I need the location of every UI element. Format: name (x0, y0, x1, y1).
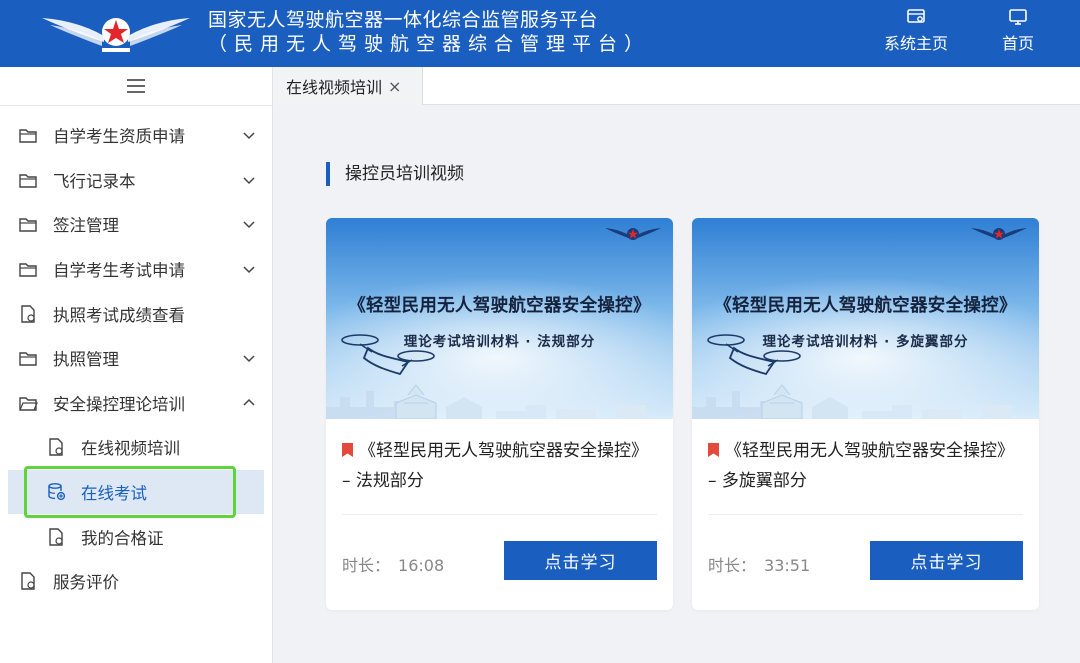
video-duration: 时长： 33:51 (708, 552, 810, 576)
card-divider (708, 514, 1023, 515)
duration-value: 33:51 (764, 556, 811, 575)
sidebar-toggle[interactable] (0, 67, 272, 106)
sidebar-item-online-video-training[interactable]: 在线视频培训 (0, 425, 272, 470)
system-home-icon (907, 9, 925, 23)
home-button[interactable]: 首页 (994, 8, 1042, 54)
sidebar: 自学考生资质申请 飞行记录本 签注管理 自学考生考试申请 执照考试成绩查看 执照… (0, 67, 273, 663)
close-icon[interactable]: × (388, 77, 401, 96)
chevron-down-icon (243, 177, 255, 184)
bookmark-flag-icon (708, 443, 719, 457)
system-home-button[interactable]: 系统主页 (878, 8, 954, 54)
sidebar-item-label: 执照考试成绩查看 (53, 305, 185, 325)
skyline-illustration (326, 384, 646, 419)
system-home-label: 系统主页 (883, 34, 948, 53)
tab-online-video-training[interactable]: 在线视频培训 × (273, 67, 423, 105)
folder-open-icon (19, 397, 38, 411)
sidebar-item-my-certificate[interactable]: 我的合格证 (0, 514, 272, 559)
sidebar-item-label: 自学考生资质申请 (53, 127, 185, 147)
sidebar-item-flight-logbook[interactable]: 飞行记录本 (0, 158, 272, 203)
folder-icon (19, 174, 37, 188)
platform-title: 国家无人驾驶航空器一体化综合监管服务平台 （民用无人驾驶航空器综合管理平台） (208, 8, 650, 56)
thumbnail-title: 《轻型民用无人驾驶航空器安全操控》 (348, 296, 651, 316)
wings-star-emblem-icon (605, 228, 661, 240)
folder-icon (19, 352, 37, 366)
duration-label: 时长： (708, 556, 757, 575)
chevron-down-icon (243, 221, 255, 229)
platform-title-sub: （民用无人驾驶航空器综合管理平台） (208, 33, 651, 55)
document-icon (21, 572, 35, 590)
sidebar-item-endorsement[interactable]: 签注管理 (0, 202, 272, 247)
duration-value: 16:08 (398, 556, 445, 575)
thumbnail-title: 《轻型民用无人驾驶航空器安全操控》 (714, 296, 1017, 316)
sidebar-item-self-study-qualification[interactable]: 自学考生资质申请 (0, 113, 272, 158)
section-title: 操控员培训视频 (326, 162, 464, 186)
sidebar-item-license-management[interactable]: 执照管理 (0, 336, 272, 381)
chevron-down-icon (243, 355, 255, 363)
wings-star-emblem-icon (971, 228, 1027, 240)
wings-star-logo-icon (42, 18, 190, 52)
active-item-highlight-box (24, 466, 236, 518)
sidebar-item-label: 在线视频培训 (81, 439, 180, 459)
platform-title-main: 国家无人驾驶航空器一体化综合监管服务平台 (208, 9, 599, 31)
chevron-down-icon (243, 132, 255, 140)
video-duration: 时长： 16:08 (342, 552, 444, 576)
tab-label: 在线视频培训 (286, 78, 383, 97)
start-learning-button[interactable]: 点击学习 (504, 541, 657, 580)
document-icon (21, 304, 35, 323)
monitor-icon (1009, 9, 1027, 25)
video-card: 《轻型民用无人驾驶航空器安全操控》 理论考试培训材料 · 多旋翼部分 《轻型民用… (692, 218, 1039, 610)
document-icon (49, 527, 63, 546)
video-title-text: 《轻型民用无人驾驶航空器安全操控》 – 多旋翼部分 (708, 441, 1014, 491)
home-label: 首页 (1001, 34, 1034, 53)
chevron-down-icon (243, 266, 255, 274)
folder-icon (19, 263, 37, 277)
chevron-up-icon (243, 398, 255, 406)
sidebar-item-label: 飞行记录本 (53, 171, 136, 191)
duration-label: 时长： (342, 556, 391, 575)
sidebar-item-label: 执照管理 (53, 350, 119, 370)
sidebar-item-label: 服务评价 (53, 573, 119, 593)
video-card: 《轻型民用无人驾驶航空器安全操控》 理论考试培训材料 · 法规部分 《轻型民用无… (326, 218, 673, 610)
folder-icon (19, 129, 37, 143)
sidebar-item-label: 我的合格证 (81, 528, 164, 548)
video-title[interactable]: 《轻型民用无人驾驶航空器安全操控》 – 法规部分 (342, 436, 656, 496)
sidebar-item-exam-results[interactable]: 执照考试成绩查看 (0, 291, 272, 336)
skyline-illustration (692, 384, 1012, 419)
document-icon (49, 438, 63, 457)
sidebar-item-exam-application[interactable]: 自学考生考试申请 (0, 247, 272, 292)
sidebar-item-safety-training[interactable]: 安全操控理论培训 (0, 381, 272, 426)
bookmark-flag-icon (342, 443, 353, 457)
app-header: 国家无人驾驶航空器一体化综合监管服务平台 （民用无人驾驶航空器综合管理平台） 系… (0, 0, 1080, 67)
video-thumbnail[interactable]: 《轻型民用无人驾驶航空器安全操控》 理论考试培训材料 · 法规部分 (326, 218, 673, 419)
sidebar-item-service-review[interactable]: 服务评价 (0, 559, 272, 604)
start-learning-button[interactable]: 点击学习 (870, 541, 1023, 580)
sidebar-item-label: 安全操控理论培训 (53, 394, 185, 414)
tab-bar: 在线视频培训 × (273, 67, 1080, 105)
hamburger-icon (127, 79, 145, 93)
video-thumbnail[interactable]: 《轻型民用无人驾驶航空器安全操控》 理论考试培训材料 · 多旋翼部分 (692, 218, 1039, 419)
card-divider (342, 514, 657, 515)
sidebar-menu: 自学考生资质申请 飞行记录本 签注管理 自学考生考试申请 执照考试成绩查看 执照… (0, 106, 272, 604)
video-title[interactable]: 《轻型民用无人驾驶航空器安全操控》 – 多旋翼部分 (708, 436, 1022, 496)
sidebar-item-label: 签注管理 (53, 216, 119, 236)
folder-icon (19, 218, 37, 233)
video-title-text: 《轻型民用无人驾驶航空器安全操控》 – 法规部分 (342, 441, 648, 491)
sidebar-item-label: 自学考生考试申请 (53, 261, 185, 281)
